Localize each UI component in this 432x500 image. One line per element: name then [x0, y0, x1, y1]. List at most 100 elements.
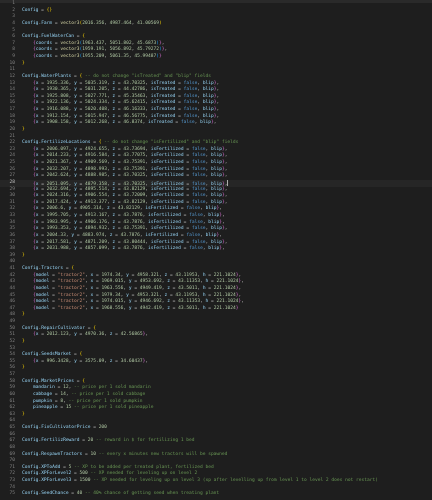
code-line[interactable]: 2 Config = {}	[0, 8, 432, 15]
code-line[interactable]: 48}	[0, 312, 432, 319]
code-line[interactable]: 40	[0, 259, 432, 266]
line-text[interactable]: {x = 1908.158, y = 5012.268, z = 46.8374…	[22, 120, 217, 127]
line-text[interactable]: Config.FuelWaterCan = {	[22, 34, 85, 41]
code-line[interactable]: 10}	[0, 61, 432, 68]
line-text[interactable]: {x = 2024.316, y = 4906.554, z = 43.7200…	[22, 193, 228, 200]
fold-gutter[interactable]	[15, 200, 22, 207]
code-line[interactable]: 39}	[0, 253, 432, 260]
code-line[interactable]: 24 {x = 2014.233, y = 4916.584, z = 43.7…	[0, 153, 432, 160]
code-line[interactable]: 35 {x = 1993.353, y = 4894.932, z = 43.7…	[0, 226, 432, 233]
fold-gutter[interactable]	[15, 425, 22, 432]
fold-gutter[interactable]	[15, 458, 22, 465]
fold-gutter[interactable]	[15, 319, 22, 326]
fold-gutter[interactable]	[15, 286, 22, 293]
fold-gutter[interactable]	[15, 259, 22, 266]
code-line[interactable]: 52}	[0, 339, 432, 346]
code-line[interactable]: 72 Config.XPForLevel2 = 500 -- XP needed …	[0, 471, 432, 478]
line-text[interactable]: {x = 2021.367, y = 4909.569, z = 43.7539…	[22, 160, 228, 167]
fold-gutter[interactable]	[15, 47, 22, 54]
fold-gutter[interactable]	[15, 491, 22, 498]
fold-gutter[interactable]	[15, 339, 22, 346]
fold-gutter[interactable]	[15, 246, 22, 253]
code-line[interactable]: 30 {x = 2024.316, y = 4906.554, z = 43.7…	[0, 193, 432, 200]
fold-gutter[interactable]	[15, 266, 22, 273]
line-text[interactable]: Config.FertilizeLocations = { -- do not …	[22, 140, 238, 147]
code-line[interactable]: 12 Config.WaterPlants = { -- do not chang…	[0, 74, 432, 81]
fold-gutter[interactable]	[15, 114, 22, 121]
code-line[interactable]: 63}	[0, 412, 432, 419]
line-text[interactable]: {coords = vector3(1959.191, 5056.892, 45…	[22, 47, 167, 54]
code-line[interactable]: 14 {x = 1930.365, y = 5031.205, z = 44.4…	[0, 87, 432, 94]
fold-gutter[interactable]	[15, 365, 22, 372]
fold-gutter[interactable]	[15, 193, 22, 200]
fold-gutter[interactable]	[15, 54, 22, 61]
fold-gutter[interactable]	[15, 134, 22, 141]
fold-gutter[interactable]	[15, 432, 22, 439]
fold-gutter[interactable]	[15, 332, 22, 339]
code-line[interactable]: 70	[0, 458, 432, 465]
code-line[interactable]: 11	[0, 67, 432, 74]
code-line[interactable]: 16 {x = 1922.136, y = 5024.334, z = 45.6…	[0, 100, 432, 107]
line-text[interactable]: {model = "tractor2", x = 1968.556, y = 4…	[22, 306, 238, 313]
fold-gutter[interactable]	[15, 240, 22, 247]
code-editor[interactable]: 1 2 Config = {} 3 4 Config.Farm = vector3(201…	[0, 0, 432, 500]
code-line[interactable]: 68	[0, 445, 432, 452]
fold-gutter[interactable]	[15, 418, 22, 425]
fold-gutter[interactable]	[15, 127, 22, 134]
fold-gutter[interactable]	[15, 167, 22, 174]
fold-gutter[interactable]	[15, 485, 22, 492]
code-line[interactable]: 55 {x = 996.3428, y = 3575.09, z = 34.60…	[0, 359, 432, 366]
line-text[interactable]: Config.SeedChance = 40 -- 40% chance of …	[22, 491, 219, 498]
line-text[interactable]: Config = {}	[22, 8, 52, 15]
fold-gutter[interactable]	[15, 379, 22, 386]
fold-gutter[interactable]	[15, 160, 22, 167]
line-text[interactable]: {x = 996.3428, y = 3575.09, z = 34.60437…	[22, 359, 148, 366]
line-text[interactable]: {x = 1922.136, y = 5024.334, z = 45.6241…	[22, 100, 219, 107]
code-line[interactable]: 62 pineapple = 15 -- price per 1 sold pi…	[0, 405, 432, 412]
fold-gutter[interactable]	[15, 226, 22, 233]
line-text[interactable]: {x = 1930.365, y = 5031.205, z = 44.4278…	[22, 87, 219, 94]
code-line[interactable]: 1	[0, 1, 432, 8]
code-line[interactable]: 22 Config.FertilizeLocations = { -- do no…	[0, 140, 432, 147]
code-line[interactable]: 25 {x = 2021.367, y = 4909.569, z = 43.7…	[0, 160, 432, 167]
line-text[interactable]: }	[22, 365, 25, 372]
code-line[interactable]: 64	[0, 418, 432, 425]
fold-gutter[interactable]	[15, 1, 22, 8]
fold-gutter[interactable]	[15, 107, 22, 114]
code-line[interactable]: 27 {x = 2042.624, y = 4888.985, z = 43.7…	[0, 173, 432, 180]
code-line[interactable]: 33 {x = 1995.705, y = 4913.167, z = 43.7…	[0, 213, 432, 220]
line-text[interactable]: Config.FertilizReward = 20 -- reward in …	[22, 438, 195, 445]
line-text[interactable]: {model = "tractor2", x = 1969.015, y = 4…	[22, 279, 244, 286]
code-line[interactable]: 56}	[0, 365, 432, 372]
fold-gutter[interactable]	[15, 359, 22, 366]
line-text[interactable]: Config.XPForLevel3 = 1500 -- XP needed f…	[22, 478, 378, 485]
code-line[interactable]: 57	[0, 372, 432, 379]
fold-gutter[interactable]	[15, 180, 22, 187]
code-line[interactable]: 36 {x = 2004.33, y = 4883.974, z = 43.78…	[0, 233, 432, 240]
code-line[interactable]: 49	[0, 319, 432, 326]
fold-gutter[interactable]	[15, 465, 22, 472]
fold-gutter[interactable]	[15, 372, 22, 379]
fold-gutter[interactable]	[15, 392, 22, 399]
code-line[interactable]: 46 {model = "tractor2", x = 1974.015, y …	[0, 299, 432, 306]
line-text[interactable]: {x = 2004.33, y = 4883.974, z = 43.7876,…	[22, 233, 222, 240]
fold-gutter[interactable]	[15, 445, 22, 452]
line-text[interactable]: {model = "tractor2", x = 1963.556, y = 4…	[22, 286, 241, 293]
code-line[interactable]: 32 {x = 2006.6, y = 4905.314, z = 43.821…	[0, 206, 432, 213]
line-text[interactable]: }	[22, 61, 25, 68]
fold-gutter[interactable]	[15, 471, 22, 478]
code-line[interactable]: 51 {x = 2012.123, y = 4970.36, z = 42.56…	[0, 332, 432, 339]
fold-gutter[interactable]	[15, 41, 22, 48]
code-line[interactable]: 75 Config.SeedChance = 40 -- 40% chance o…	[0, 491, 432, 498]
line-text[interactable]: Config.Tractors = {	[22, 266, 74, 273]
fold-gutter[interactable]	[15, 140, 22, 147]
code-line[interactable]: 3	[0, 14, 432, 21]
code-line[interactable]: 54 Config.SeedsMarket = {	[0, 352, 432, 359]
fold-gutter[interactable]	[15, 153, 22, 160]
fold-gutter[interactable]	[15, 220, 22, 227]
fold-gutter[interactable]	[15, 346, 22, 353]
code-line[interactable]: 41 Config.Tractors = {	[0, 266, 432, 273]
fold-gutter[interactable]	[15, 147, 22, 154]
fold-gutter[interactable]	[15, 120, 22, 127]
line-text[interactable]: {x = 2012.123, y = 4970.36, z = 42.56865…	[22, 332, 148, 339]
